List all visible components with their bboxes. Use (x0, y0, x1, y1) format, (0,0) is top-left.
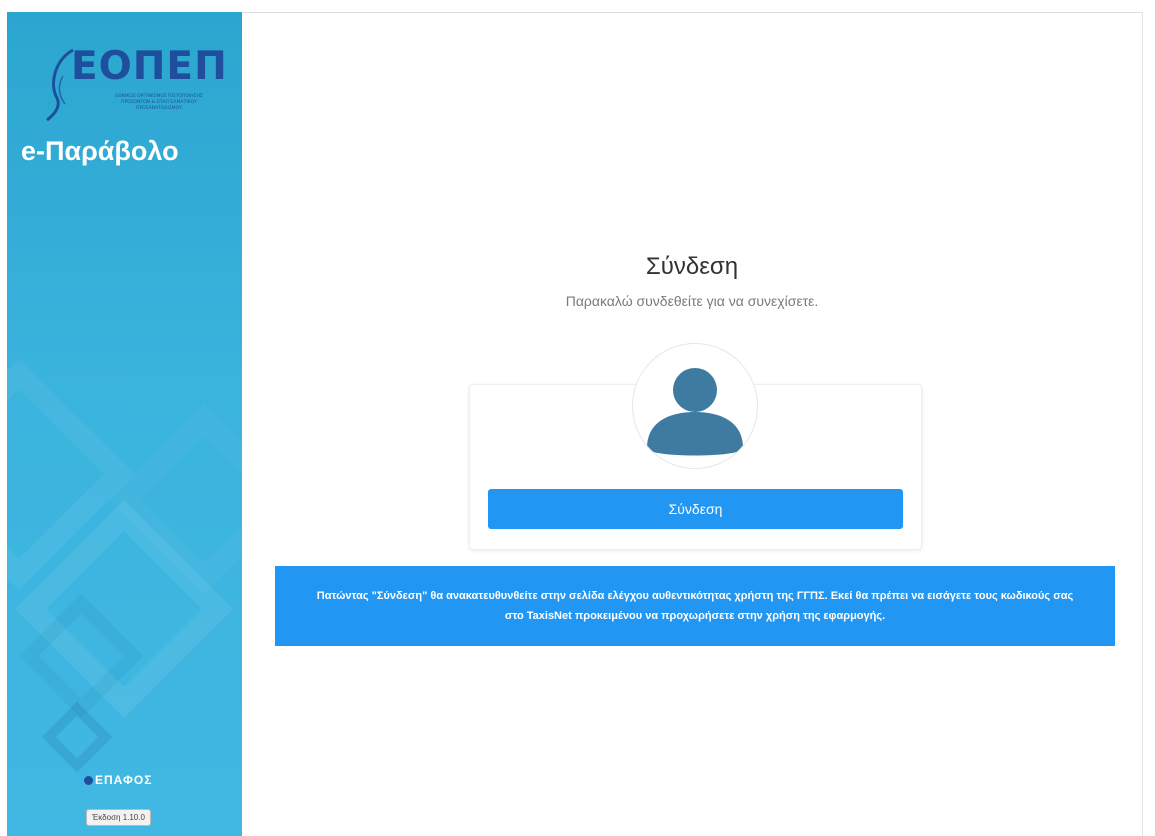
app-title: e-Παράβολο (21, 136, 179, 166)
right-divider (1142, 12, 1143, 836)
epadoz-logo: ΕΠΑΦΟΣ (84, 773, 152, 787)
login-title: Σύνδεση (645, 253, 739, 280)
info-text-after: προκειμένου να προχωρήσετε στην χρήση τη… (571, 610, 886, 622)
logo-text: ΕΟΠΕΠ (71, 44, 228, 89)
login-button[interactable]: Σύνδεση (488, 489, 903, 529)
version-badge: Έκδοση 1.10.0 (86, 809, 151, 826)
epadoz-logo-text: ΕΠΑΦΟΣ (95, 773, 153, 787)
top-divider (242, 12, 1143, 13)
info-banner: Πατώντας "Σύνδεση" θα ανακατευθυνθείτε σ… (275, 566, 1115, 646)
user-avatar-icon (632, 343, 758, 469)
info-text-highlight: TaxisNet (526, 610, 572, 622)
logo-subtitle: ΕΘΝΙΚΟΣ ΟΡΓΑΝΙΣΜΟΣ ΠΙΣΤΟΠΟΙΗΣΗΣ ΠΡΟΣΟΝΤΩ… (115, 94, 203, 111)
login-subtitle: Παρακαλώ συνδεθείτε για να συνεχίσετε. (565, 293, 819, 309)
eopep-logo: ΕΟΠΕΠ ΕΘΝΙΚΟΣ ΟΡΓΑΝΙΣΜΟΣ ΠΙΣΤΟΠΟΙΗΣΗΣ ΠΡ… (43, 42, 227, 122)
info-text: Πατώντας "Σύνδεση" θα ανακατευθυνθείτε σ… (315, 586, 1075, 626)
epadoz-logo-icon (84, 776, 93, 785)
sidebar: ΕΟΠΕΠ ΕΘΝΙΚΟΣ ΟΡΓΑΝΙΣΜΟΣ ΠΙΣΤΟΠΟΙΗΣΗΣ ΠΡ… (7, 12, 242, 836)
